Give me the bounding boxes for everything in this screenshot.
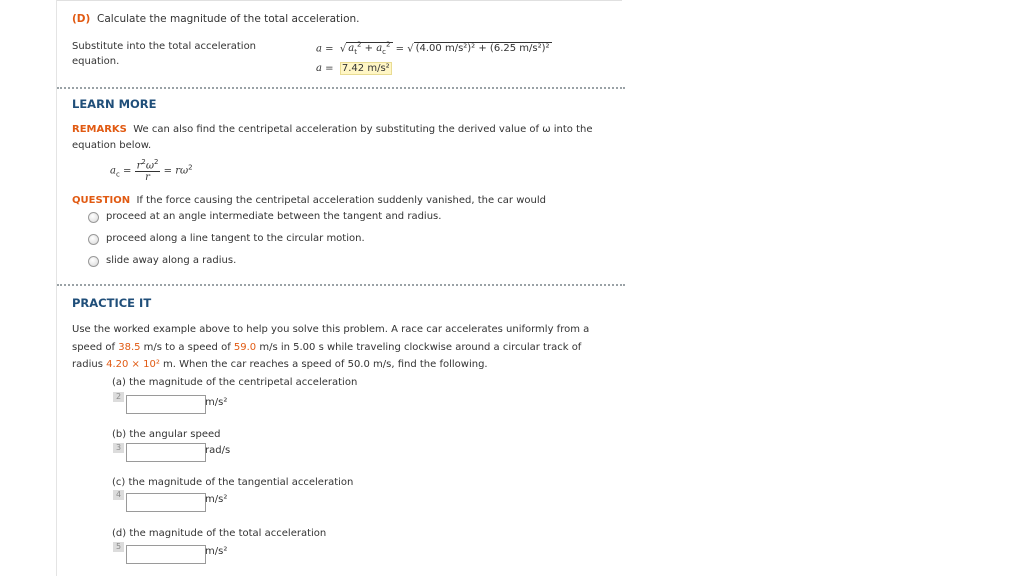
- learn-more-heading: LEARN MORE: [72, 97, 157, 111]
- option-2-radio[interactable]: [88, 234, 99, 245]
- part-d-number-tag: 5: [113, 542, 124, 552]
- remarks-text-1: We can also find the centripetal acceler…: [133, 124, 593, 135]
- part-c-unit: m/s²: [205, 494, 228, 505]
- dotted-divider-2: [57, 284, 625, 286]
- practice-problem-text: Use the worked example above to help you…: [72, 321, 632, 374]
- total-acceleration-result: a = 7.42 m/s²: [316, 62, 392, 75]
- part-b-unit: rad/s: [205, 445, 231, 456]
- option-2-label[interactable]: proceed along a line tangent to the circ…: [106, 233, 365, 244]
- part-a-number-tag: 2: [113, 392, 124, 402]
- part-d-instruction: Substitute into the total acceleration e…: [72, 39, 256, 69]
- radius-value: 4.20 × 10²: [106, 359, 160, 370]
- remarks-text-2: equation below.: [72, 140, 152, 151]
- problem-line-2a: speed of: [72, 341, 119, 353]
- part-a-label: (a) the magnitude of the centripetal acc…: [112, 377, 358, 388]
- initial-speed-value: 38.5: [118, 341, 141, 353]
- question-label: QUESTION: [72, 195, 131, 206]
- problem-line-1: Use the worked example above to help you…: [72, 324, 590, 335]
- top-divider: [57, 0, 622, 1]
- centripetal-formula: ac = r2ω2 r = rω2: [110, 158, 193, 184]
- part-c-answer-input[interactable]: [126, 493, 206, 512]
- part-a-answer-input[interactable]: [126, 395, 206, 414]
- formula-values: (4.00 m/s²)² + (6.25 m/s²)²: [413, 42, 552, 55]
- practice-it-heading: PRACTICE IT: [72, 296, 152, 310]
- remarks-label: REMARKS: [72, 124, 127, 135]
- problem-line-2b: m/s to a speed of: [140, 341, 234, 353]
- part-d-answer-label: (d) the magnitude of the total accelerat…: [112, 528, 327, 539]
- problem-line-3a: radius: [72, 359, 107, 370]
- option-3-radio[interactable]: [88, 256, 99, 267]
- part-b-label: (b) the angular speed: [112, 429, 221, 440]
- question-text: If the force causing the centripetal acc…: [136, 195, 546, 206]
- problem-line-3b: m. When the car reaches a speed of 50.0 …: [159, 359, 488, 370]
- part-d-header: (D) Calculate the magnitude of the total…: [72, 13, 360, 25]
- part-c-number-tag: 4: [113, 490, 124, 500]
- total-acceleration-formula: a = √ at2 + ac2 = √ (4.00 m/s²)² + (6.25 m…: [316, 41, 552, 57]
- remarks: REMARKS We can also find the centripetal…: [72, 122, 632, 154]
- option-1-label[interactable]: proceed at an angle intermediate between…: [106, 211, 441, 222]
- question: QUESTION If the force causing the centri…: [72, 195, 546, 206]
- instruction-line-1: Substitute into the total acceleration: [72, 41, 257, 52]
- part-b-number-tag: 3: [113, 443, 124, 453]
- dotted-divider-1: [57, 87, 625, 89]
- part-d-title: Calculate the magnitude of the total acc…: [97, 13, 360, 25]
- part-c-label: (c) the magnitude of the tangential acce…: [112, 477, 354, 488]
- final-speed-value: 59.0: [233, 341, 257, 353]
- option-3-label[interactable]: slide away along a radius.: [106, 255, 236, 266]
- part-d-unit: m/s²: [205, 546, 228, 557]
- instruction-line-2: equation.: [72, 56, 120, 67]
- result-value: 7.42 m/s²: [339, 62, 392, 75]
- part-d-answer-input[interactable]: [126, 545, 206, 564]
- option-1-radio[interactable]: [88, 212, 99, 223]
- part-d-label: (D): [72, 13, 91, 25]
- part-b-answer-input[interactable]: [126, 443, 206, 462]
- problem-line-2c: m/s in 5.00 s while traveling clockwise …: [256, 341, 582, 353]
- part-a-unit: m/s²: [205, 397, 228, 408]
